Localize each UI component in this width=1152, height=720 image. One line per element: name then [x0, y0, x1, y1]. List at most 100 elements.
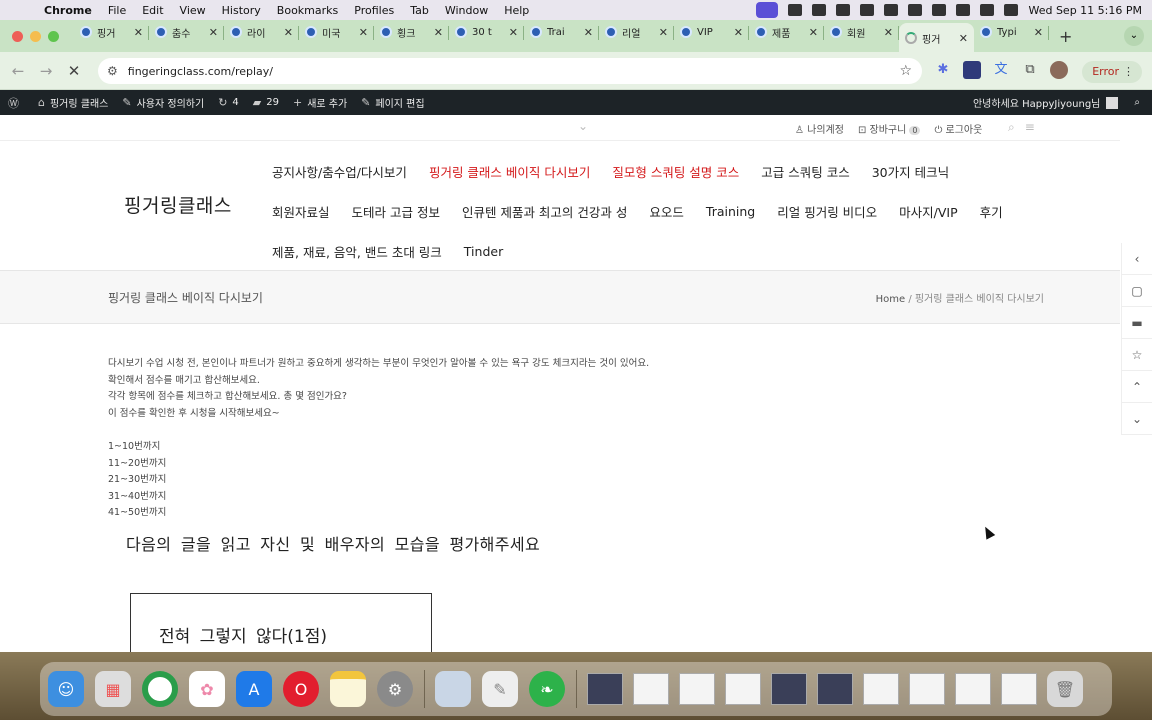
hand-icon[interactable]: [836, 4, 851, 16]
browser-tab[interactable]: 회원 ✕: [824, 19, 899, 45]
browser-tab[interactable]: VIP ✕: [674, 19, 749, 45]
browser-tab[interactable]: 30 t ✕: [449, 19, 524, 45]
browser-tab[interactable]: Typi ✕: [974, 19, 1049, 45]
close-window-icon[interactable]: [12, 30, 23, 42]
close-tab-icon[interactable]: ✕: [284, 26, 293, 39]
minimized-window-thumbnail[interactable]: [771, 673, 807, 705]
wp-site-item[interactable]: ⌂ 핑거링 클래스: [38, 95, 108, 110]
minimized-window-thumbnail[interactable]: [1001, 673, 1037, 705]
minimize-window-icon[interactable]: [30, 30, 41, 42]
browser-tab[interactable]: 리얼 ✕: [599, 19, 674, 45]
menu-clock[interactable]: Wed Sep 11 5:16 PM: [1028, 4, 1142, 17]
hamburger-menu-icon[interactable]: ≡: [1025, 120, 1035, 135]
wp-comments-item[interactable]: ▰ 29: [253, 96, 279, 109]
system-settings-icon[interactable]: ⚙: [377, 671, 413, 707]
error-button[interactable]: Error ⋮: [1082, 61, 1142, 83]
evernote-icon[interactable]: [812, 4, 827, 16]
nav-link[interactable]: Tinder: [464, 244, 503, 259]
finder-icon[interactable]: ☺: [48, 671, 84, 707]
minimized-window-thumbnail[interactable]: [587, 673, 623, 705]
browser-tab[interactable]: 핑거 ✕: [74, 19, 149, 45]
stop-loading-icon[interactable]: ✕: [60, 62, 88, 80]
browser-tab[interactable]: 미국 ✕: [299, 19, 374, 45]
close-tab-icon[interactable]: ✕: [884, 26, 893, 39]
logout-link[interactable]: ⏻ 로그아웃: [934, 121, 982, 136]
forward-arrow-icon[interactable]: →: [32, 62, 60, 80]
close-tab-icon[interactable]: ✕: [1034, 26, 1043, 39]
address-bar[interactable]: ⚙ fingeringclass.com/replay/ ☆: [98, 58, 922, 84]
minimized-window-thumbnail[interactable]: [725, 673, 761, 705]
chevron-up-icon[interactable]: ⌃: [1121, 371, 1152, 403]
wp-search-icon[interactable]: ⌕: [1134, 97, 1140, 108]
bookmark-star-icon[interactable]: ☆: [899, 63, 912, 79]
translate-icon[interactable]: 文: [992, 61, 1010, 79]
chevron-down-icon[interactable]: ⌄: [578, 119, 588, 133]
nav-link[interactable]: 30가지 테크닉: [872, 162, 949, 181]
search-icon[interactable]: ⌕: [1008, 120, 1015, 135]
cart-link[interactable]: ⊡ 장바구니 0: [858, 121, 921, 136]
spotlight-search-icon[interactable]: [980, 4, 995, 16]
close-tab-icon[interactable]: ✕: [209, 26, 218, 39]
minimized-window-thumbnail[interactable]: [679, 673, 715, 705]
minimized-window-thumbnail[interactable]: [955, 673, 991, 705]
menu-bookmarks[interactable]: Bookmarks: [277, 4, 338, 17]
breadcrumb-home[interactable]: Home: [876, 294, 906, 305]
menu-file[interactable]: File: [108, 4, 126, 17]
minimized-window-thumbnail[interactable]: [909, 673, 945, 705]
browser-tab[interactable]: 핑거 ✕: [899, 23, 974, 53]
brightness-icon[interactable]: [788, 4, 803, 16]
wp-new-item[interactable]: + 새로 추가: [293, 95, 347, 110]
menu-profiles[interactable]: Profiles: [354, 4, 394, 17]
notes-icon[interactable]: [330, 671, 366, 707]
close-tab-icon[interactable]: ✕: [509, 26, 518, 39]
nav-link[interactable]: 요오드: [649, 202, 684, 221]
wp-logo-item[interactable]: Ⓦ: [8, 95, 24, 111]
minimized-window-thumbnail[interactable]: [817, 673, 853, 705]
nav-link[interactable]: 고급 스쿼팅 코스: [761, 162, 849, 181]
nav-link[interactable]: 도테라 고급 정보: [352, 202, 440, 221]
battery-icon[interactable]: [908, 4, 923, 16]
extension-gear-icon[interactable]: ✱: [934, 61, 952, 79]
site-settings-icon[interactable]: ⚙: [107, 64, 118, 78]
close-tab-icon[interactable]: ✕: [959, 32, 968, 45]
menu-view[interactable]: View: [180, 4, 206, 17]
chrome-icon[interactable]: [142, 671, 178, 707]
account-link[interactable]: ♙ 나의계정: [795, 121, 844, 136]
app-store-icon[interactable]: A: [236, 671, 272, 707]
opera-icon[interactable]: O: [283, 671, 319, 707]
close-tab-icon[interactable]: ✕: [359, 26, 368, 39]
wp-avatar[interactable]: [1106, 96, 1119, 109]
menu-app-name[interactable]: Chrome: [44, 4, 92, 17]
extension-grid-icon[interactable]: [963, 61, 981, 79]
nav-link[interactable]: 후기: [980, 202, 1003, 221]
close-tab-icon[interactable]: ✕: [809, 26, 818, 39]
nav-link[interactable]: 회원자료실: [272, 202, 330, 221]
wp-updates-item[interactable]: ↻ 4: [218, 96, 239, 109]
browser-tab[interactable]: Trai ✕: [524, 19, 599, 45]
photos-icon[interactable]: ✿: [189, 671, 225, 707]
browser-tab[interactable]: 제품 ✕: [749, 19, 824, 45]
wp-customize-item[interactable]: ✎ 사용자 정의하기: [122, 95, 204, 110]
pencil-icon[interactable]: [860, 4, 875, 16]
launchpad-icon[interactable]: ▦: [95, 671, 131, 707]
chevron-left-icon[interactable]: ‹: [1121, 243, 1152, 275]
close-tab-icon[interactable]: ✕: [434, 26, 443, 39]
preview-icon[interactable]: [435, 671, 471, 707]
nav-link[interactable]: 마사지/VIP: [899, 202, 958, 221]
link-icon[interactable]: [932, 4, 947, 16]
close-tab-icon[interactable]: ✕: [584, 26, 593, 39]
close-tab-icon[interactable]: ✕: [659, 26, 668, 39]
nav-link[interactable]: Training: [706, 204, 755, 219]
profile-avatar[interactable]: [1050, 61, 1068, 79]
wifi-icon[interactable]: [956, 4, 971, 16]
url-text[interactable]: fingeringclass.com/replay/: [128, 65, 273, 78]
nav-link[interactable]: 질모형 스쿼팅 설명 코스: [612, 162, 739, 181]
close-tab-icon[interactable]: ✕: [734, 26, 743, 39]
nav-link[interactable]: 리얼 핑거링 비디오: [777, 202, 877, 221]
browser-tab[interactable]: 춤수 ✕: [149, 19, 224, 45]
trash-icon[interactable]: 🗑: [1047, 671, 1083, 707]
textedit-icon[interactable]: ✎: [482, 671, 518, 707]
nav-link[interactable]: 공지사항/춤수업/다시보기: [272, 162, 407, 181]
answer-option-box[interactable]: 전혀 그렇지 않다(1점): [130, 593, 432, 652]
chevron-down-icon[interactable]: ⌄: [1121, 403, 1152, 435]
